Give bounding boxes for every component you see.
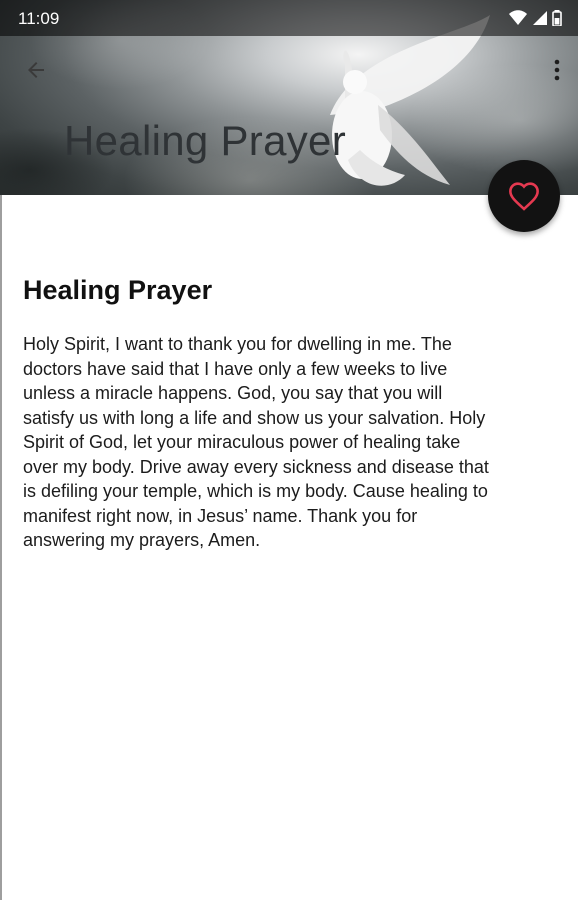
prayer-text: Holy Spirit, I want to thank you for dwe… — [23, 334, 489, 550]
left-divider — [0, 195, 2, 900]
signal-icon — [532, 11, 547, 25]
favorite-button[interactable] — [488, 160, 560, 232]
toolbar-title: Healing Prayer — [64, 117, 346, 164]
status-time: 11:09 — [18, 9, 60, 28]
prayer-content: Healing Prayer Holy Spirit, I want to th… — [23, 272, 543, 553]
wifi-icon — [509, 10, 528, 25]
more-options-icon[interactable] — [554, 59, 560, 81]
heart-outline-icon — [509, 182, 539, 211]
battery-icon — [552, 10, 562, 27]
back-arrow-icon[interactable] — [24, 58, 48, 82]
prayer-heading: Healing Prayer — [23, 275, 213, 305]
status-bar: 11:09 — [0, 0, 578, 36]
status-icons — [509, 10, 562, 31]
dove-image — [330, 15, 490, 186]
